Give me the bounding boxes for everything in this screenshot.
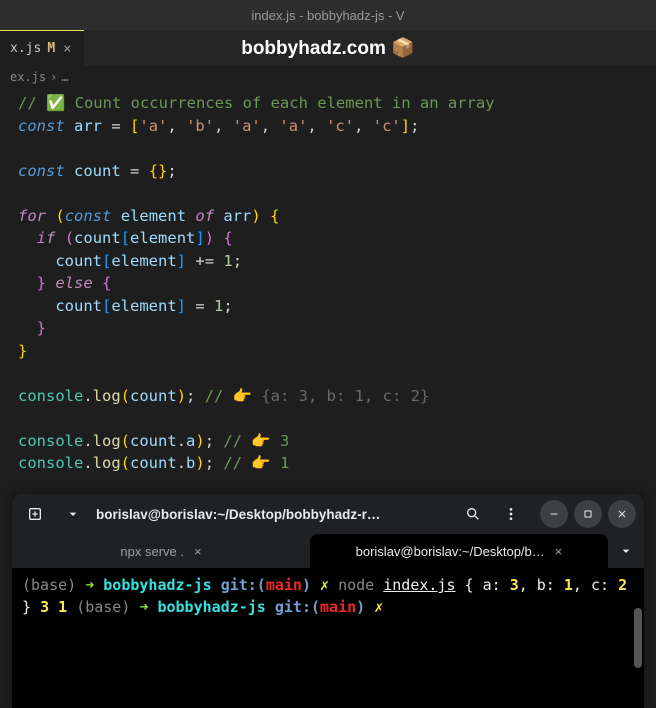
chevron-right-icon: › [50, 70, 57, 84]
breadcrumb-ellipsis: … [61, 70, 68, 84]
close-icon [616, 508, 628, 520]
terminal-window: borislav@borislav:~/Desktop/bobbyhadz-r…… [12, 494, 644, 708]
terminal-output[interactable]: (base) ➜ bobbyhadz-js git:(main) ✗ node … [12, 568, 644, 708]
search-button[interactable] [458, 499, 488, 529]
chevron-down-icon [65, 506, 81, 522]
maximize-icon [582, 508, 594, 520]
minimize-button[interactable] [540, 500, 568, 528]
editor-tab[interactable]: x.js M × [0, 30, 84, 66]
kebab-icon [503, 506, 519, 522]
terminal-titlebar: borislav@borislav:~/Desktop/bobbyhadz-r… [12, 494, 644, 534]
breadcrumb-file: ex.js [10, 70, 46, 84]
code-editor[interactable]: // ✅ Count occurrences of each element i… [0, 88, 656, 485]
window-title: index.js - bobbyhadz-js - V [251, 8, 404, 23]
maximize-button[interactable] [574, 500, 602, 528]
close-icon[interactable]: × [61, 41, 73, 57]
page-title: bobbyhadz.com 📦 [0, 36, 656, 60]
menu-button[interactable] [496, 499, 526, 529]
code-comment: // ✅ Count occurrences of each element i… [18, 94, 495, 112]
chevron-down-icon [618, 543, 634, 559]
terminal-tab-active[interactable]: borislav@borislav:~/Desktop/b… × [310, 534, 608, 568]
new-tab-button[interactable] [20, 499, 50, 529]
close-window-button[interactable] [608, 500, 636, 528]
tab-filename: x.js [10, 41, 41, 56]
terminal-title: borislav@borislav:~/Desktop/bobbyhadz-r… [96, 507, 450, 522]
close-icon[interactable]: × [555, 544, 563, 559]
terminal-tab-label: npx serve . [120, 544, 184, 559]
terminal-tab-dropdown[interactable] [608, 534, 644, 568]
breadcrumb[interactable]: ex.js › … [0, 66, 656, 88]
tab-modified-indicator: M [47, 41, 55, 56]
terminal-tab-bar: npx serve . × borislav@borislav:~/Deskto… [12, 534, 644, 568]
search-icon [465, 506, 481, 522]
close-icon[interactable]: × [194, 544, 202, 559]
terminal-tab[interactable]: npx serve . × [12, 534, 310, 568]
vscode-titlebar: index.js - bobbyhadz-js - V [0, 0, 656, 30]
dropdown-button[interactable] [58, 499, 88, 529]
scrollbar[interactable] [634, 608, 642, 668]
terminal-tab-label: borislav@borislav:~/Desktop/b… [356, 544, 545, 559]
minimize-icon [548, 508, 560, 520]
plus-box-icon [27, 506, 43, 522]
editor-tab-bar: x.js M × bobbyhadz.com 📦 [0, 30, 656, 66]
